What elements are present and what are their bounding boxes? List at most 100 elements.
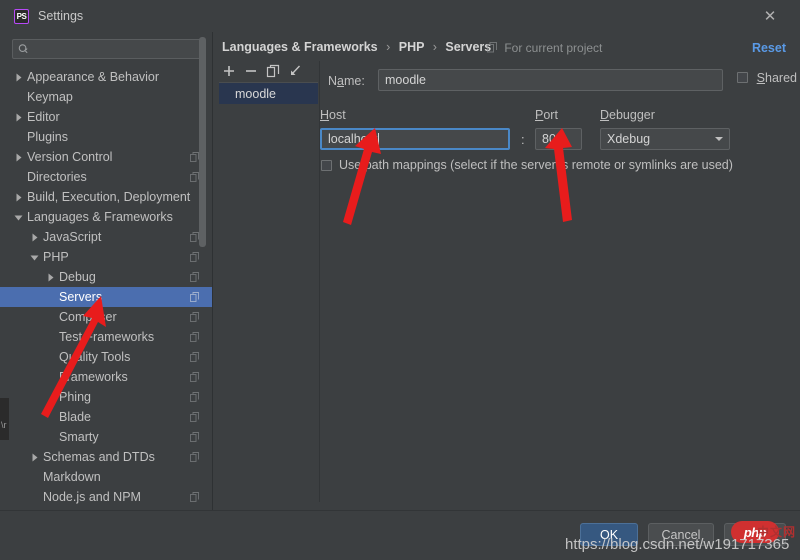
servers-list[interactable]: moodle [219,82,318,502]
sidebar-item-directories[interactable]: Directories [0,167,212,187]
sidebar-item-label: Plugins [27,130,68,144]
close-icon[interactable]: ✕ [762,9,778,25]
port-field[interactable]: 80 [535,128,582,150]
server-form: Name: moodle Host localhost : Port 80 De… [320,61,800,502]
chevron-right-icon[interactable] [14,73,23,82]
project-scope-icon [190,252,199,262]
breadcrumb-item-0[interactable]: Languages & Frameworks [222,40,378,54]
sidebar-item-label: Keymap [27,90,73,104]
text-caret [378,132,380,146]
sidebar-scrollbar-thumb[interactable] [199,37,206,247]
sidebar-item-markdown[interactable]: Markdown [0,467,212,487]
sidebar-item-label: Build, Execution, Deployment [27,190,191,204]
sidebar-item-label: Directories [27,170,87,184]
path-mappings-label: Use path mappings (select if the server … [339,158,733,172]
sidebar-item-label: Composer [59,310,117,324]
breadcrumb-separator-1: › [432,40,437,54]
sidebar-item-plugins[interactable]: Plugins [0,127,212,147]
remove-server-button[interactable] [243,63,259,79]
sidebar-item-schemas-and-dtds[interactable]: Schemas and DTDs [0,447,212,467]
project-scope-icon [190,272,199,282]
phpstorm-logo-icon: PS [14,9,29,24]
shared-checkbox[interactable] [737,72,749,83]
project-scope-icon [190,352,199,362]
breadcrumb-item-1[interactable]: PHP [399,40,424,54]
settings-dialog: PS Settings ✕ Appearance & Behavior Keyma… [0,0,800,560]
breadcrumb-separator-0: › [386,40,391,54]
sidebar-item-label: Node.js and NPM [43,490,141,504]
shared-checkbox-group[interactable]: Shared [737,71,797,85]
project-scope-icon [190,492,199,502]
chevron-right-icon[interactable] [30,233,39,242]
project-scope-icon [190,172,199,182]
search-input[interactable] [12,39,204,59]
chevron-down-icon[interactable] [14,213,23,222]
chevron-right-icon[interactable] [14,153,23,162]
import-server-button[interactable] [287,63,303,79]
project-scope-icon [190,412,199,422]
sidebar-item-label: PHP [43,250,69,264]
debugger-select[interactable]: Xdebug [600,128,730,150]
sidebar-item-blade[interactable]: Blade [0,407,212,427]
sidebar-item-label: Appearance & Behavior [27,70,160,84]
chevron-down-icon[interactable] [30,253,39,262]
sidebar-item-smarty[interactable]: Smarty [0,427,212,447]
sidebar-item-label: Languages & Frameworks [27,210,173,224]
phpstorm-logo-text: PS [16,12,27,21]
sidebar-item-composer[interactable]: Composer [0,307,212,327]
sidebar-item-build-execution-deployment[interactable]: Build, Execution, Deployment [0,187,212,207]
chevron-right-icon[interactable] [46,273,55,282]
sidebar-item-label: Servers [59,290,103,304]
title-bar: PS Settings ✕ [0,0,800,32]
sidebar-item-test-frameworks[interactable]: Test Frameworks [0,327,212,347]
path-mappings-checkbox[interactable] [321,160,332,171]
chevron-right-icon[interactable] [14,113,23,122]
sidebar-item-php[interactable]: PHP [0,247,212,267]
project-scope-icon [190,432,199,442]
chevron-right-icon[interactable] [14,193,23,202]
reset-link[interactable]: Reset [752,41,786,55]
sidebar-item-servers[interactable]: Servers [0,287,212,307]
search-icon [18,44,28,54]
servers-list-item[interactable]: moodle [219,83,318,104]
sidebar-item-label: Smarty [59,430,99,444]
copy-server-button[interactable] [265,63,281,79]
sidebar-item-keymap[interactable]: Keymap [0,87,212,107]
sidebar-item-label: Schemas and DTDs [43,450,155,464]
add-server-button[interactable] [221,63,237,79]
breadcrumb-item-2[interactable]: Servers [445,40,491,54]
sidebar-item-label: Quality Tools [59,350,131,364]
window-title: Settings [38,9,84,23]
project-scope-icon [487,42,497,53]
name-field[interactable]: moodle [378,69,723,91]
sidebar-item-label: Version Control [27,150,113,164]
sidebar-item-phing[interactable]: Phing [0,387,212,407]
sidebar-item-javascript[interactable]: JavaScript [0,227,212,247]
edge-artifact-text: \r [1,420,7,430]
sidebar-item-version-control[interactable]: Version Control [0,147,212,167]
project-scope-icon [190,232,199,242]
shared-label: Shared [756,71,797,85]
port-field-value: 80 [542,132,556,146]
host-label: Host [320,108,346,122]
chevron-down-icon [715,137,723,141]
sidebar-item-frameworks[interactable]: Frameworks [0,367,212,387]
servers-list-item-label: moodle [235,86,276,101]
sidebar-item-languages-frameworks[interactable]: Languages & Frameworks [0,207,212,227]
chevron-right-icon[interactable] [30,453,39,462]
name-field-value: moodle [385,73,426,87]
sidebar-item-quality-tools[interactable]: Quality Tools [0,347,212,367]
sidebar-scrollbar-track[interactable] [199,32,209,476]
sidebar-item-node-js-and-npm[interactable]: Node.js and NPM [0,487,212,507]
settings-detail-panel: Languages & Frameworks › PHP › Servers F… [213,32,800,510]
sidebar-item-label: Debug [59,270,96,284]
sidebar-item-label: Frameworks [59,370,128,384]
host-field[interactable]: localhost [320,128,510,150]
host-port-separator: : [521,132,525,147]
breadcrumb: Languages & Frameworks › PHP › Servers [222,40,491,54]
sidebar-item-appearance-behavior[interactable]: Appearance & Behavior [0,67,212,87]
sidebar-item-debug[interactable]: Debug [0,267,212,287]
sidebar-item-editor[interactable]: Editor [0,107,212,127]
settings-tree[interactable]: Appearance & Behavior Keymap Editor Plugins… [0,66,212,510]
sidebar-item-label: Editor [27,110,60,124]
